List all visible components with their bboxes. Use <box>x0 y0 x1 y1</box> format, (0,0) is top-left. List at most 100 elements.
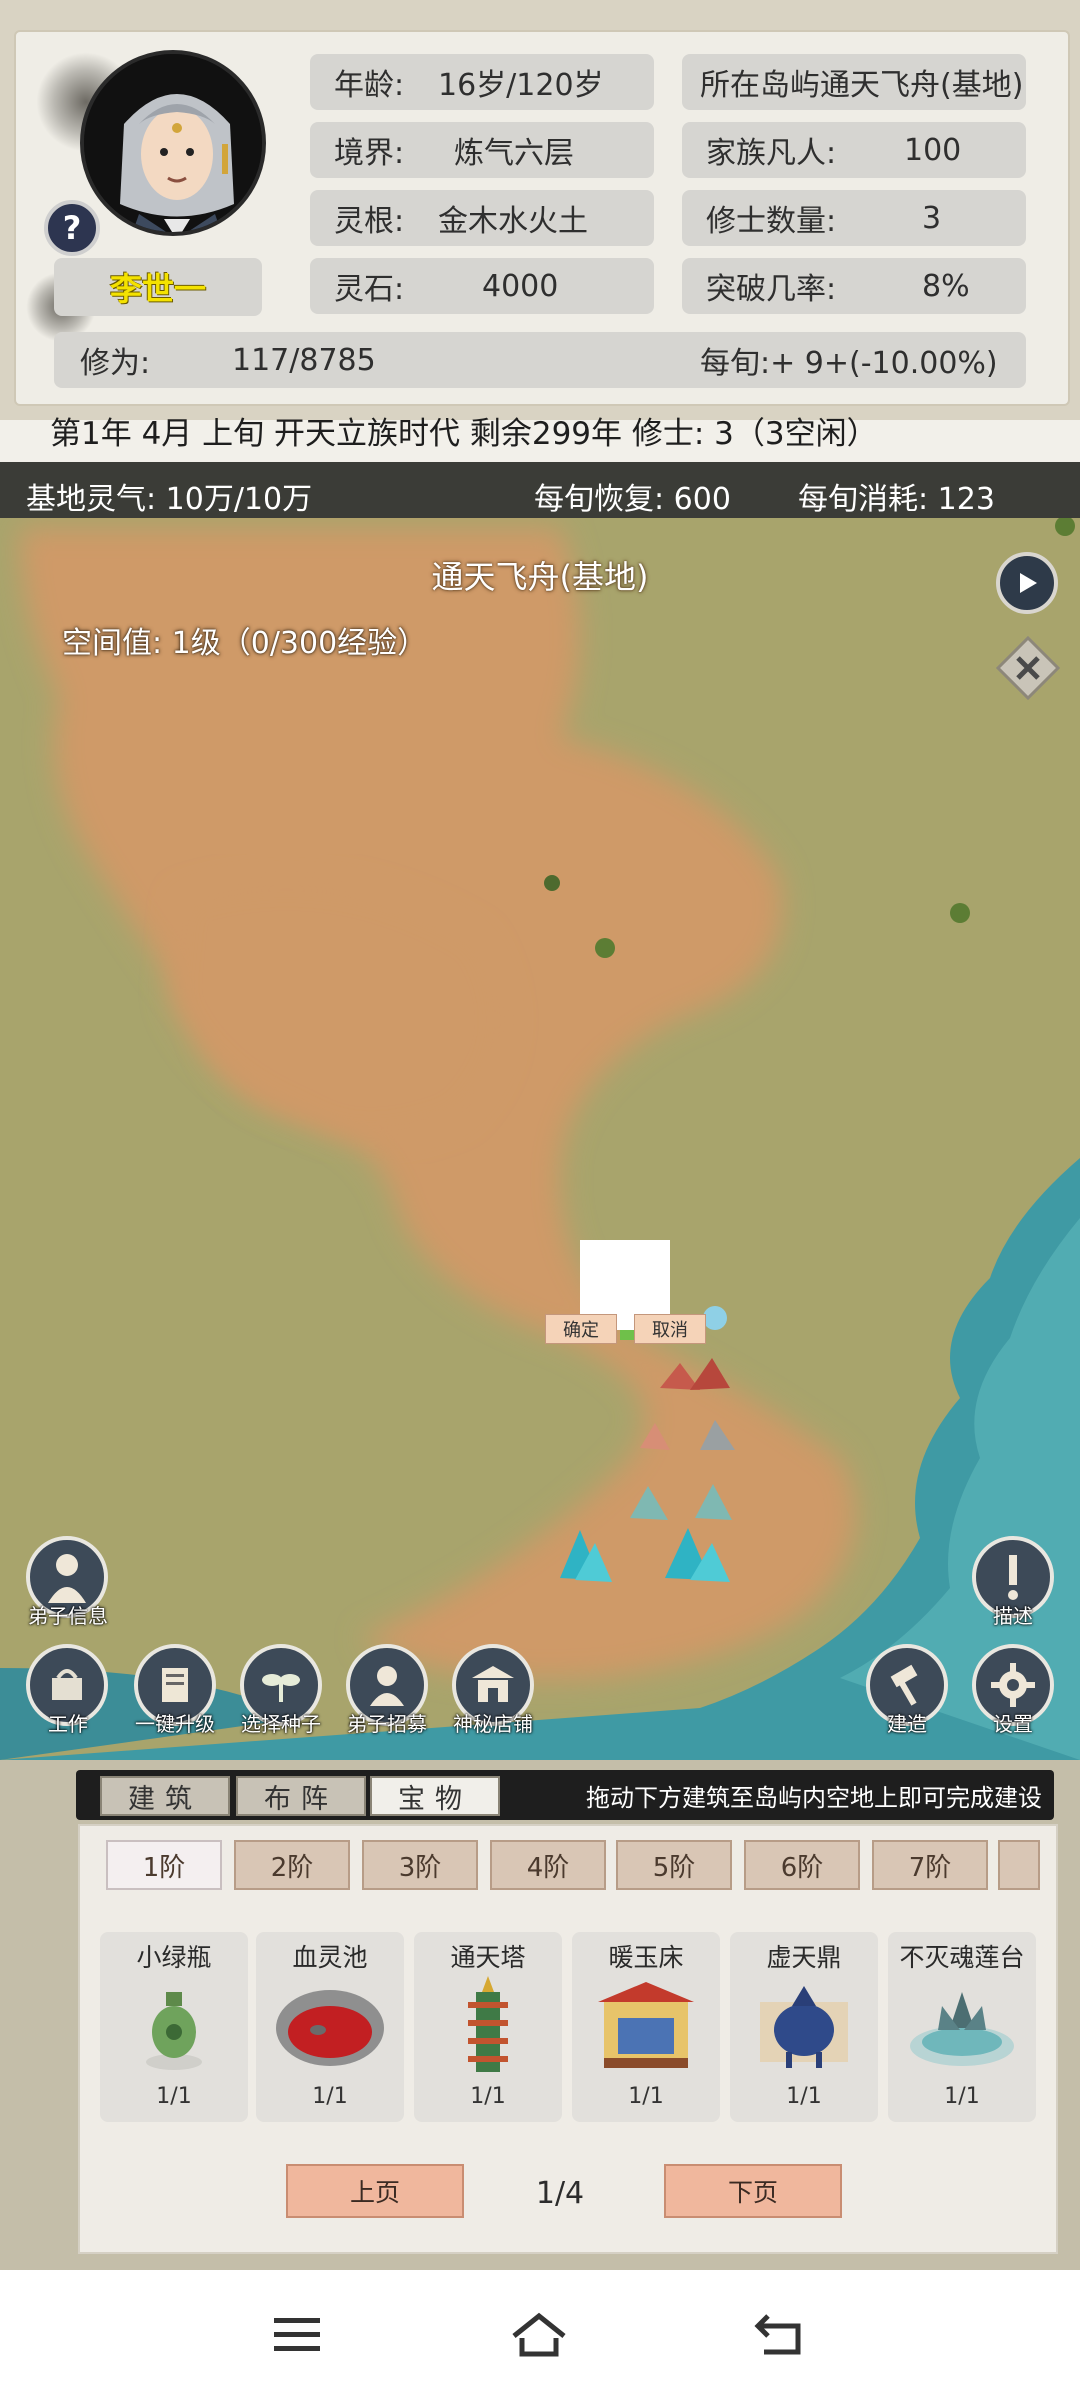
item-name: 虚天鼎 <box>766 1943 842 1972</box>
cultivation-value: 117/8785 <box>232 342 376 378</box>
item-count: 1/1 <box>156 2084 192 2109</box>
map-terrain <box>0 518 1080 1760</box>
tier-tab-overflow[interactable] <box>998 1840 1040 1890</box>
tower-icon <box>468 1976 508 2072</box>
realm-value: 炼气六层 <box>454 136 574 171</box>
item-count: 1/1 <box>786 2084 822 2109</box>
age-value: 16岁/120岁 <box>438 68 604 103</box>
tier-tab-6[interactable]: 6阶 <box>744 1840 860 1890</box>
tab-treasures[interactable]: 宝物 <box>370 1776 500 1816</box>
spirit-root-label: 灵根: <box>334 204 405 239</box>
page-indicator: 1/4 <box>535 2176 585 2211</box>
island-map[interactable]: 通天飞舟(基地) 空间值: 1级（0/300经验） 确定 取消 弟子信息 工作 … <box>0 518 1080 1760</box>
menu-icon[interactable] <box>272 2314 322 2356</box>
item-card-warm-jade-bed[interactable]: 暖玉床 1/1 <box>572 1932 720 2122</box>
mortals-field: 家族凡人: 100 <box>682 122 1026 178</box>
home-icon[interactable] <box>508 2310 570 2360</box>
bottle-icon <box>146 1992 202 2070</box>
qi-recovery: 每旬恢复: 600 <box>534 482 731 517</box>
build-label: 建造 <box>887 1712 927 1736</box>
close-icon[interactable] <box>995 635 1061 701</box>
item-card-void-cauldron[interactable]: 虚天鼎 1/1 <box>730 1932 878 2122</box>
shop-icon <box>472 1666 514 1702</box>
one-click-upgrade-label: 一键升级 <box>135 1712 215 1736</box>
tier-tab-4[interactable]: 4阶 <box>490 1840 606 1890</box>
recruit-icon <box>370 1666 404 1706</box>
mystery-shop-label: 神秘店铺 <box>453 1712 533 1736</box>
base-qi: 基地灵气: 10万/10万 <box>26 482 313 517</box>
spirit-stones-label: 灵石: <box>334 272 405 307</box>
island-field: 所在岛屿 通天飞舟(基地) <box>682 54 1026 110</box>
cultivators-label: 修士数量: <box>706 204 837 239</box>
back-icon[interactable] <box>754 2310 808 2358</box>
item-count: 1/1 <box>312 2084 348 2109</box>
settings-label: 设置 <box>993 1712 1033 1736</box>
island-title: 通天飞舟(基地) <box>431 558 649 596</box>
realm-label: 境界: <box>334 136 405 171</box>
gear-icon <box>991 1663 1035 1707</box>
breakthrough-value: 8% <box>922 268 970 304</box>
cultivation-field: 修为: 117/8785 每旬:+ 9+(-10.00%) <box>54 332 1026 388</box>
spirit-root-field: 灵根: 金木水火土 <box>310 190 654 246</box>
resource-bar: 基地灵气: 10万/10万 每旬恢复: 600 每旬消耗: 123 <box>0 462 1080 518</box>
seed-icon <box>262 1674 300 1702</box>
qi-consumption: 每旬消耗: 123 <box>798 482 995 517</box>
item-card-blood-pool[interactable]: 血灵池 1/1 <box>256 1932 404 2122</box>
item-count: 1/1 <box>628 2084 664 2109</box>
build-hint: 拖动下方建筑至岛屿内空地上即可完成建设 <box>586 1784 1042 1812</box>
work-label: 工作 <box>48 1712 88 1736</box>
cultivators-value: 3 <box>922 200 942 236</box>
select-seeds-label: 选择种子 <box>241 1712 321 1736</box>
space-value: 空间值: 1级（0/300经验） <box>62 626 428 661</box>
item-card-sky-tower[interactable]: 通天塔 1/1 <box>414 1932 562 2122</box>
tier-tab-5[interactable]: 5阶 <box>616 1840 732 1890</box>
hammer-icon <box>890 1664 918 1706</box>
cultivation-label: 修为: <box>80 346 151 381</box>
tier-tab-2[interactable]: 2阶 <box>234 1840 350 1890</box>
question-icon[interactable]: ? <box>44 200 100 256</box>
spirit-root-value: 金木水火土 <box>438 204 588 239</box>
realm-field: 境界: 炼气六层 <box>310 122 654 178</box>
mortals-value: 100 <box>904 132 962 168</box>
tier-tab-7[interactable]: 7阶 <box>872 1840 988 1890</box>
time-status-line: 第1年 4月 上旬 开天立族时代 剩余299年 修士: 3（3空闲） <box>50 416 878 452</box>
system-nav-bar <box>0 2270 1080 2400</box>
next-page-button[interactable]: 下页 <box>664 2164 842 2218</box>
lotus-icon <box>910 1992 1014 2066</box>
tier-tab-3[interactable]: 3阶 <box>362 1840 478 1890</box>
per-xun-rate: 每旬:+ 9+(-10.00%) <box>700 346 998 381</box>
play-icon[interactable] <box>996 552 1058 614</box>
item-name: 通天塔 <box>450 1943 526 1972</box>
item-name: 血灵池 <box>292 1943 368 1972</box>
describe-label: 描述 <box>993 1604 1033 1628</box>
cultivators-field: 修士数量: 3 <box>682 190 1026 246</box>
item-count: 1/1 <box>470 2084 506 2109</box>
prev-page-button[interactable]: 上页 <box>286 2164 464 2218</box>
island-label: 所在岛屿 <box>700 68 820 103</box>
age-label: 年龄: <box>334 68 405 103</box>
island-value: 通天飞舟(基地) <box>820 68 1024 103</box>
recruit-disciples-label: 弟子招募 <box>347 1712 427 1736</box>
tab-formations[interactable]: 布阵 <box>236 1776 366 1816</box>
breakthrough-label: 突破几率: <box>706 272 837 307</box>
exclamation-icon <box>1008 1555 1018 1600</box>
work-icon <box>52 1669 82 1700</box>
item-card-green-bottle[interactable]: 小绿瓶 1/1 <box>100 1932 248 2122</box>
item-card-soul-lotus-platform[interactable]: 不灭魂莲台 1/1 <box>888 1932 1036 2122</box>
breakthrough-field: 突破几率: 8% <box>682 258 1026 314</box>
spirit-stones-field: 灵石: 4000 <box>310 258 654 314</box>
tab-buildings[interactable]: 建筑 <box>100 1776 230 1816</box>
cancel-button[interactable]: 取消 <box>634 1314 706 1344</box>
scroll-icon <box>162 1668 188 1702</box>
confirm-button[interactable]: 确定 <box>545 1314 617 1344</box>
item-name: 暖玉床 <box>608 1943 684 1972</box>
avatar[interactable] <box>80 50 266 236</box>
blood-pool-icon <box>276 1990 384 2066</box>
bed-icon <box>598 1982 694 2068</box>
item-name: 不灭魂莲台 <box>899 1943 1025 1972</box>
disciple-info-label: 弟子信息 <box>28 1604 108 1628</box>
item-name: 小绿瓶 <box>136 1943 212 1972</box>
item-count: 1/1 <box>944 2084 980 2109</box>
tier-tab-1[interactable]: 1阶 <box>106 1840 222 1890</box>
mortals-label: 家族凡人: <box>706 136 837 171</box>
